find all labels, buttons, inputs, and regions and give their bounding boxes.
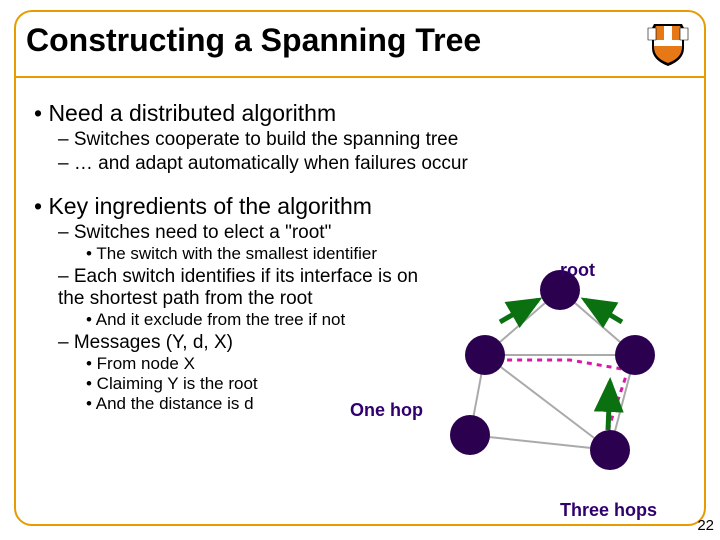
bullet-claiming-y: • Claiming Y is the root <box>30 374 692 394</box>
bullet-need-distributed: • Need a distributed algorithm <box>30 100 692 127</box>
bullet-from-x: • From node X <box>30 354 692 374</box>
bullet-key-ingredients: • Key ingredients of the algorithm <box>30 193 692 220</box>
bullet-adapt: – … and adapt automatically when failure… <box>30 153 692 175</box>
bullet-exclude: • And it exclude from the tree if not <box>30 310 692 330</box>
slide-content: • Need a distributed algorithm – Switche… <box>30 92 692 516</box>
page-number: 22 <box>697 517 714 534</box>
bullet-elect-root: – Switches need to elect a "root" <box>30 222 692 244</box>
slide-title: Constructing a Spanning Tree <box>26 22 481 59</box>
label-root: root <box>560 260 595 281</box>
label-one-hop: One hop <box>350 400 423 421</box>
label-three-hops: Three hops <box>560 500 657 521</box>
bullet-cooperate: – Switches cooperate to build the spanni… <box>30 129 692 151</box>
bullet-shortest-path: – Each switch identifies if its interfac… <box>30 266 420 310</box>
princeton-shield-icon <box>644 20 692 68</box>
title-divider <box>14 76 706 78</box>
bullet-messages: – Messages (Y, d, X) <box>30 332 692 354</box>
